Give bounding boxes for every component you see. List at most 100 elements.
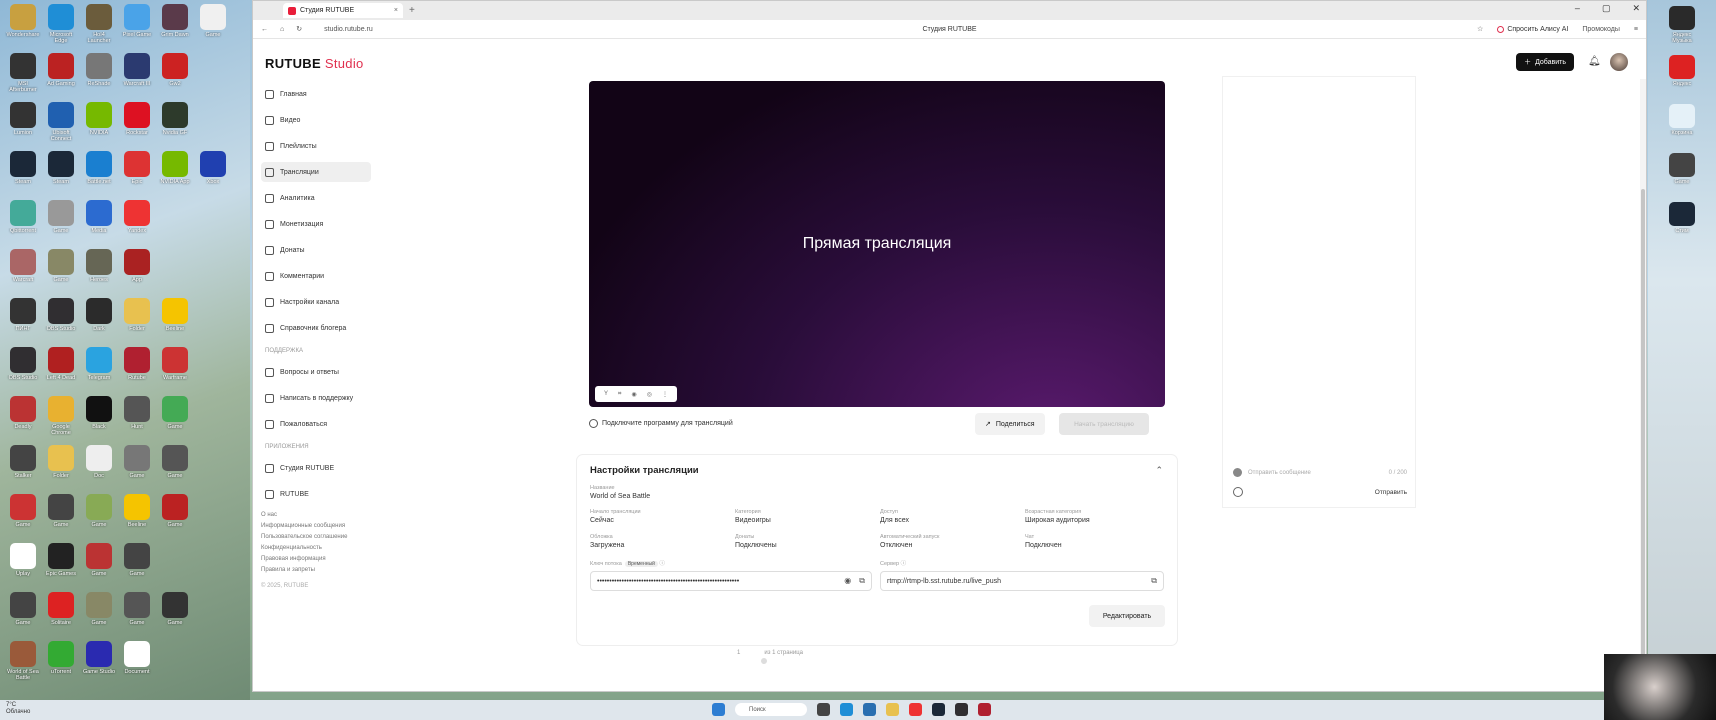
bookmark-icon[interactable]: ☆ [1477,25,1483,33]
sidebar-item-playlists[interactable]: Плейлисты [261,136,371,156]
weather-widget[interactable]: 7°C Облачно [6,702,30,716]
desktop-shortcut[interactable]: Steam [4,151,42,200]
sidebar-item-video[interactable]: Видео [261,110,371,130]
desktop-shortcut[interactable]: OBS Studio [4,347,42,396]
desktop-shortcut[interactable]: Pixel Game [118,4,156,53]
desktop-shortcut[interactable]: Ubisoft Connect [42,102,80,151]
share-button[interactable]: ↗ Поделиться [975,413,1045,435]
desktop-shortcut[interactable]: World of Sea Battle [4,641,42,690]
taskbar-search[interactable]: Поиск [735,703,807,716]
filter-icon[interactable]: Y [604,391,608,397]
new-tab-icon[interactable]: + [409,5,415,16]
desktop-shortcut[interactable]: Game [42,249,80,298]
desktop-shortcut[interactable]: Warcraft III [118,53,156,102]
desktop-shortcut[interactable]: Warcraft [4,249,42,298]
desktop-shortcut[interactable]: Steam [42,151,80,200]
desktop-shortcut[interactable]: Epic [118,151,156,200]
sidebar-item-channel-settings[interactable]: Настройки канала [261,292,371,312]
eye-icon[interactable]: ◉ [844,576,851,586]
eye-icon[interactable]: ◉ [631,391,636,398]
desktop-shortcut[interactable]: Яндекс Музыка [1652,6,1712,43]
desktop-shortcut[interactable]: Ad Gaming [42,53,80,102]
desktop-shortcut[interactable]: Warframe [156,347,194,396]
sidebar-item-comments[interactable]: Комментарии [261,266,371,286]
emoji-icon[interactable] [1233,487,1243,497]
desktop-shortcut[interactable]: Uplay [4,543,42,592]
chat-input[interactable]: Отправить сообщение [1248,470,1311,476]
footer-link[interactable]: Пользовательское соглашение [261,534,371,540]
stream-key-field[interactable]: ••••••••••••••••••••••••••••••••••••••••… [590,571,872,591]
windows-start-icon[interactable] [712,703,725,716]
desktop-shortcut[interactable]: Корзина [1652,104,1712,141]
desktop-shortcut[interactable]: Rockstar [118,102,156,151]
desktop-shortcut[interactable]: Game [156,396,194,445]
steam-icon[interactable] [932,703,945,716]
edit-button[interactable]: Редактировать [1089,605,1165,627]
desktop-shortcut[interactable]: Game [118,543,156,592]
desktop-shortcut[interactable]: ПИНГ [4,298,42,347]
store-icon[interactable] [863,703,876,716]
desktop-shortcut[interactable]: Solitaire [42,592,80,641]
copy-icon[interactable]: ⧉ [1151,576,1157,586]
desktop-shortcut[interactable]: Game [42,200,80,249]
sidebar-item-report[interactable]: Пожаловаться [261,414,371,434]
desktop-shortcut[interactable]: NVIDIA App [156,151,194,200]
close-window-icon[interactable]: ✕ [1632,3,1640,14]
task-view-icon[interactable] [817,703,830,716]
page-number[interactable]: 1 [737,650,740,656]
desktop-shortcut[interactable]: ReShade [80,53,118,102]
desktop-shortcut[interactable]: HoI4 Launcher [80,4,118,53]
desktop-shortcut[interactable]: Dark [80,298,118,347]
help-icon[interactable]: ⓘ [901,561,907,567]
sidebar-item-analytics[interactable]: Аналитика [261,188,371,208]
sidebar-item-streams[interactable]: Трансляции [261,162,371,182]
desktop-shortcut[interactable]: Hunt [118,396,156,445]
edge-icon[interactable] [840,703,853,716]
reload-icon[interactable]: ↻ [296,25,302,33]
desktop-shortcut[interactable]: Game [4,592,42,641]
desktop-shortcut[interactable]: NVIDIA [80,102,118,151]
minimize-icon[interactable]: – [1575,3,1580,14]
desktop-shortcut[interactable]: Game [194,4,232,53]
desktop-shortcut[interactable]: Game [156,445,194,494]
desktop-shortcut[interactable]: Game Studio [80,641,118,690]
sidebar-item-contact-support[interactable]: Написать в поддержку [261,388,371,408]
footer-link[interactable]: Информационные сообщения [261,523,371,529]
menu-icon[interactable]: ≡ [1634,26,1638,33]
sidebar-item-monetization[interactable]: Монетизация [261,214,371,234]
scrollbar-thumb[interactable] [1641,189,1645,669]
desktop-shortcut[interactable]: Game [80,494,118,543]
folder-icon[interactable] [886,703,899,716]
desktop-shortcut[interactable]: Lumion [4,102,42,151]
camera-icon[interactable]: ◎ [647,391,652,398]
rutube-studio-logo[interactable]: RUTUBE Studio [265,56,364,71]
server-field[interactable]: rtmp://rtmp-lb.sst.rutube.ru/live_push ⧉ [880,571,1164,591]
desktop-shortcut[interactable]: Beeline [156,298,194,347]
sidebar-item-home[interactable]: Главная [261,84,371,104]
url-field[interactable]: studio.rutube.ru [324,26,373,33]
more-icon[interactable]: ⋮ [662,391,668,398]
desktop-shortcut[interactable]: Folder [118,298,156,347]
desktop-shortcut[interactable]: App [118,249,156,298]
page-scrollbar[interactable] [1640,79,1646,720]
desktop-shortcut[interactable]: Game [4,494,42,543]
desktop-shortcut[interactable]: Game [80,592,118,641]
footer-link[interactable]: Правила и запреты [261,567,371,573]
desktop-shortcut[interactable]: Left 4 Dead [42,347,80,396]
close-tab-icon[interactable]: × [394,7,398,14]
desktop-shortcut[interactable]: Стим [1652,202,1712,239]
home-icon[interactable]: ⌂ [280,26,284,33]
maximize-icon[interactable]: ▢ [1602,3,1611,14]
rutube-icon[interactable] [978,703,991,716]
stream-player[interactable]: Прямая трансляция Y ⌗ ◉ ◎ ⋮ [589,81,1165,407]
obs-icon[interactable] [955,703,968,716]
footer-link[interactable]: Правовая информация [261,556,371,562]
yandex-browser-icon[interactable] [909,703,922,716]
desktop-shortcut[interactable]: Xbox [194,151,232,200]
desktop-shortcut[interactable]: Game [118,592,156,641]
desktop-shortcut[interactable]: Game [118,445,156,494]
desktop-shortcut[interactable]: Stalker [4,445,42,494]
desktop-shortcut[interactable]: Microsoft Edge [42,4,80,53]
ask-alice-button[interactable]: Спросить Алису AI [1497,25,1568,33]
help-icon[interactable]: ⓘ [659,561,665,567]
